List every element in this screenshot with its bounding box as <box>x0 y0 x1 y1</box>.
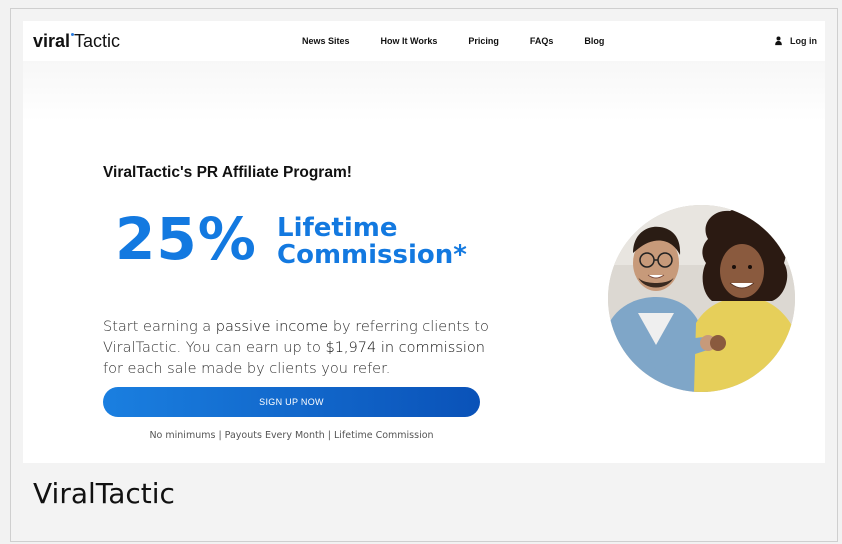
login-label: Log in <box>790 36 817 46</box>
photo-illustration <box>608 205 795 392</box>
desc-part-3: for each sale made by clients you refer. <box>103 361 391 377</box>
header-shadow-band <box>23 61 825 121</box>
person-icon <box>775 36 782 46</box>
main-nav: News Sites How It Works Pricing FAQs Blo… <box>302 34 635 48</box>
lifetime-line-2: Commission* <box>277 240 467 270</box>
logo-light-text: Tactic <box>74 31 121 51</box>
viraltactic-logo[interactable]: viral Tactic <box>33 31 120 51</box>
lifetime-line-1: Lifetime <box>277 213 398 243</box>
sign-up-button[interactable]: SIGN UP NOW <box>103 387 480 417</box>
program-description: Start earning a passive income by referr… <box>103 317 503 380</box>
nav-blog[interactable]: Blog <box>584 34 604 48</box>
login-link[interactable]: Log in <box>774 34 817 48</box>
site-header: viral Tactic News Sites How It Works Pric… <box>23 21 825 61</box>
desc-emphasis-passive-income: passive income <box>215 319 329 335</box>
nav-faqs[interactable]: FAQs <box>530 34 554 48</box>
desc-part-1: Start earning a <box>103 319 216 335</box>
website: viral Tactic News Sites How It Works Pric… <box>23 21 825 463</box>
program-perks: No minimums | Payouts Every Month | Life… <box>149 430 434 441</box>
nav-news-sites[interactable]: News Sites <box>302 34 350 48</box>
logo-bold-text: viral <box>33 31 71 51</box>
nav-how-it-works[interactable]: How It Works <box>381 34 438 48</box>
lifetime-commission-heading: Lifetime Commission* <box>277 215 467 269</box>
desc-emphasis-commission: $1,974 in commission <box>325 340 485 356</box>
page-caption: ViralTactic <box>33 477 175 510</box>
affiliates-photo <box>608 205 795 392</box>
program-title: ViralTactic's PR Affiliate Program! <box>103 164 352 181</box>
browser-frame: viral Tactic News Sites How It Works Pric… <box>10 8 838 542</box>
nav-pricing[interactable]: Pricing <box>468 34 499 48</box>
commission-percent: 25% <box>115 205 257 273</box>
